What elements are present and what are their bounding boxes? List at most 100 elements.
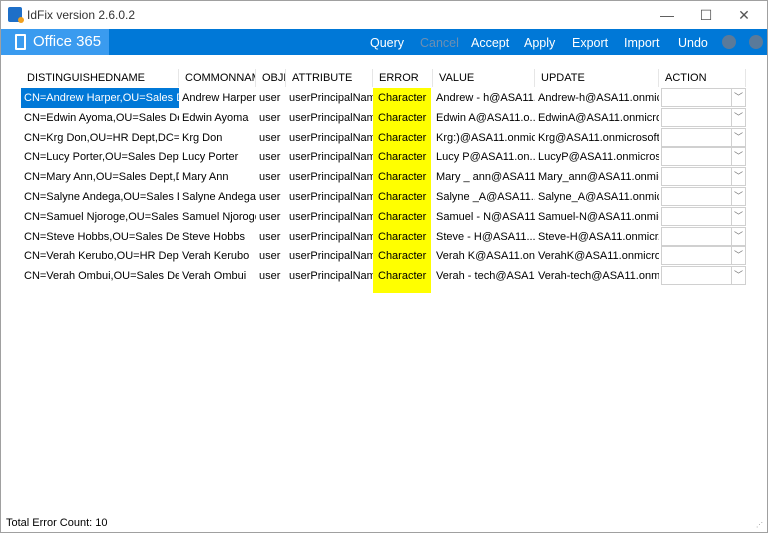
cell-distinguishedname[interactable]: CN=Mary Ann,OU=Sales Dept,D... — [21, 167, 179, 187]
cell-value[interactable]: Andrew - h@ASA11... — [433, 88, 535, 108]
cell-error[interactable]: Character — [373, 226, 431, 247]
cell-attribute[interactable]: userPrincipalName — [286, 167, 373, 187]
cell-objecttype[interactable]: user — [256, 128, 286, 148]
cell-objecttype[interactable]: user — [256, 187, 286, 207]
cell-commonname[interactable]: Verah Kerubo — [179, 246, 256, 266]
column-header-value[interactable]: VALUE — [433, 69, 535, 87]
cell-value[interactable]: Mary _ ann@ASA11... — [433, 167, 535, 187]
cell-update[interactable]: Krg@ASA11.onmicrosoft.... — [535, 128, 659, 148]
cell-value[interactable]: Lucy P@ASA11.on... — [433, 147, 535, 167]
chevron-down-icon[interactable]: ﹀ — [731, 247, 745, 265]
cell-value[interactable]: Verah - tech@ASA1... — [433, 266, 535, 286]
column-header-action[interactable]: ACTION — [659, 69, 746, 87]
action-dropdown[interactable]: ﹀ — [661, 107, 746, 127]
cell-attribute[interactable]: userPrincipalName — [286, 187, 373, 207]
cell-distinguishedname[interactable]: CN=Salyne Andega,OU=Sales D... — [21, 187, 179, 207]
chevron-down-icon[interactable]: ﹀ — [731, 168, 745, 186]
action-dropdown[interactable]: ﹀ — [661, 266, 746, 286]
column-header-error[interactable]: ERROR — [373, 69, 433, 87]
column-header-update[interactable]: UPDATE — [535, 69, 659, 87]
cell-update[interactable]: Verah-tech@ASA11.onmi... — [535, 266, 659, 286]
undo-button[interactable]: Undo — [678, 36, 708, 50]
query-button[interactable]: Query — [370, 36, 404, 50]
cell-update[interactable]: Samuel-N@ASA11.onmic... — [535, 207, 659, 227]
cell-error[interactable]: Character — [373, 206, 431, 227]
resize-grip-icon[interactable]: ⋰ — [756, 521, 764, 529]
chevron-down-icon[interactable]: ﹀ — [731, 188, 745, 205]
cell-update[interactable]: Steve-H@ASA11.onmicr... — [535, 227, 659, 247]
column-header-objecttype[interactable]: OBJE — [256, 69, 286, 87]
cell-attribute[interactable]: userPrincipalName — [286, 246, 373, 266]
chevron-down-icon[interactable]: ﹀ — [731, 267, 745, 285]
cell-error[interactable]: Character — [373, 147, 431, 168]
close-button[interactable]: ✕ — [729, 5, 759, 25]
cell-objecttype[interactable]: user — [256, 246, 286, 266]
cell-value[interactable]: Samuel - N@ASA11... — [433, 207, 535, 227]
apply-button[interactable]: Apply — [524, 36, 555, 50]
gear-icon[interactable] — [722, 35, 736, 49]
cell-attribute[interactable]: userPrincipalName — [286, 147, 373, 167]
action-dropdown[interactable]: ﹀ — [661, 147, 746, 167]
import-button[interactable]: Import — [624, 36, 659, 50]
cell-attribute[interactable]: userPrincipalName — [286, 128, 373, 148]
cell-error[interactable]: Character — [373, 246, 431, 267]
cell-distinguishedname[interactable]: CN=Lucy Porter,OU=Sales Dept,... — [21, 147, 179, 167]
cell-error[interactable]: Character — [373, 167, 431, 188]
cell-commonname[interactable]: Samuel Njoroge — [179, 207, 256, 227]
cell-commonname[interactable]: Lucy Porter — [179, 147, 256, 167]
cell-update[interactable]: VerahK@ASA11.onmicro... — [535, 246, 659, 266]
cell-attribute[interactable]: userPrincipalName — [286, 108, 373, 128]
cell-attribute[interactable]: userPrincipalName — [286, 227, 373, 247]
maximize-button[interactable]: ☐ — [691, 5, 721, 25]
cell-distinguishedname[interactable]: CN=Krg Don,OU=HR Dept,DC=A... — [21, 128, 179, 148]
cell-commonname[interactable]: Steve Hobbs — [179, 227, 256, 247]
cell-error[interactable]: Character — [373, 127, 431, 148]
cell-objecttype[interactable]: user — [256, 207, 286, 227]
cell-distinguishedname[interactable]: CN=Verah Ombui,OU=Sales Dept... — [21, 266, 179, 286]
cell-distinguishedname[interactable]: CN=Edwin Ayoma,OU=Sales Dep... — [21, 108, 179, 128]
cell-distinguishedname[interactable]: CN=Andrew Harper,OU=Sales De... — [21, 88, 179, 108]
cell-value[interactable]: Steve - H@ASA11.... — [433, 227, 535, 247]
action-dropdown[interactable]: ﹀ — [661, 246, 746, 266]
action-dropdown[interactable]: ﹀ — [661, 206, 746, 226]
minimize-button[interactable]: — — [652, 5, 682, 25]
cell-attribute[interactable]: userPrincipalName — [286, 207, 373, 227]
cell-error[interactable]: Character — [373, 266, 431, 287]
cell-value[interactable]: Salyne _A@ASA11.... — [433, 187, 535, 207]
cell-update[interactable]: LucyP@ASA11.onmicros... — [535, 147, 659, 167]
cell-update[interactable]: Andrew-h@ASA11.onmic... — [535, 88, 659, 108]
action-dropdown[interactable]: ﹀ — [661, 127, 746, 147]
cell-objecttype[interactable]: user — [256, 147, 286, 167]
cell-attribute[interactable]: userPrincipalName — [286, 266, 373, 286]
column-header-distinguishedname[interactable]: DISTINGUISHEDNAME — [21, 69, 179, 87]
cell-commonname[interactable]: Salyne Andega — [179, 187, 256, 207]
cell-commonname[interactable]: Krg Don — [179, 128, 256, 148]
cell-update[interactable]: EdwinA@ASA11.onmicro... — [535, 108, 659, 128]
cell-value[interactable]: Edwin A@ASA11.o... — [433, 108, 535, 128]
cell-objecttype[interactable]: user — [256, 167, 286, 187]
cell-value[interactable]: Verah K@ASA11.on... — [433, 246, 535, 266]
cell-error[interactable]: Character — [373, 88, 431, 108]
cell-error[interactable]: Character — [373, 107, 431, 128]
export-button[interactable]: Export — [572, 36, 608, 50]
cancel-button[interactable]: Cancel — [420, 36, 459, 50]
action-dropdown[interactable]: ﹀ — [661, 88, 746, 107]
cell-objecttype[interactable]: user — [256, 227, 286, 247]
cell-distinguishedname[interactable]: CN=Samuel Njoroge,OU=Sales D... — [21, 207, 179, 227]
cell-update[interactable]: Mary_ann@ASA11.onmic... — [535, 167, 659, 187]
action-dropdown[interactable]: ﹀ — [661, 226, 746, 246]
cell-objecttype[interactable]: user — [256, 88, 286, 108]
cell-commonname[interactable]: Edwin Ayoma — [179, 108, 256, 128]
cell-update[interactable]: Salyne_A@ASA11.onmic... — [535, 187, 659, 207]
chevron-down-icon[interactable]: ﹀ — [731, 227, 745, 245]
cell-objecttype[interactable]: user — [256, 266, 286, 286]
column-header-attribute[interactable]: ATTRIBUTE — [286, 69, 373, 87]
column-header-commonname[interactable]: COMMONNAMI — [179, 69, 256, 87]
cell-distinguishedname[interactable]: CN=Steve Hobbs,OU=Sales Dept... — [21, 227, 179, 247]
cell-attribute[interactable]: userPrincipalName — [286, 88, 373, 108]
chevron-down-icon[interactable]: ﹀ — [731, 89, 745, 106]
chevron-down-icon[interactable]: ﹀ — [731, 207, 745, 225]
cell-distinguishedname[interactable]: CN=Verah Kerubo,OU=HR Dept,... — [21, 246, 179, 266]
cell-error[interactable]: Character — [373, 187, 431, 207]
cell-objecttype[interactable]: user — [256, 108, 286, 128]
